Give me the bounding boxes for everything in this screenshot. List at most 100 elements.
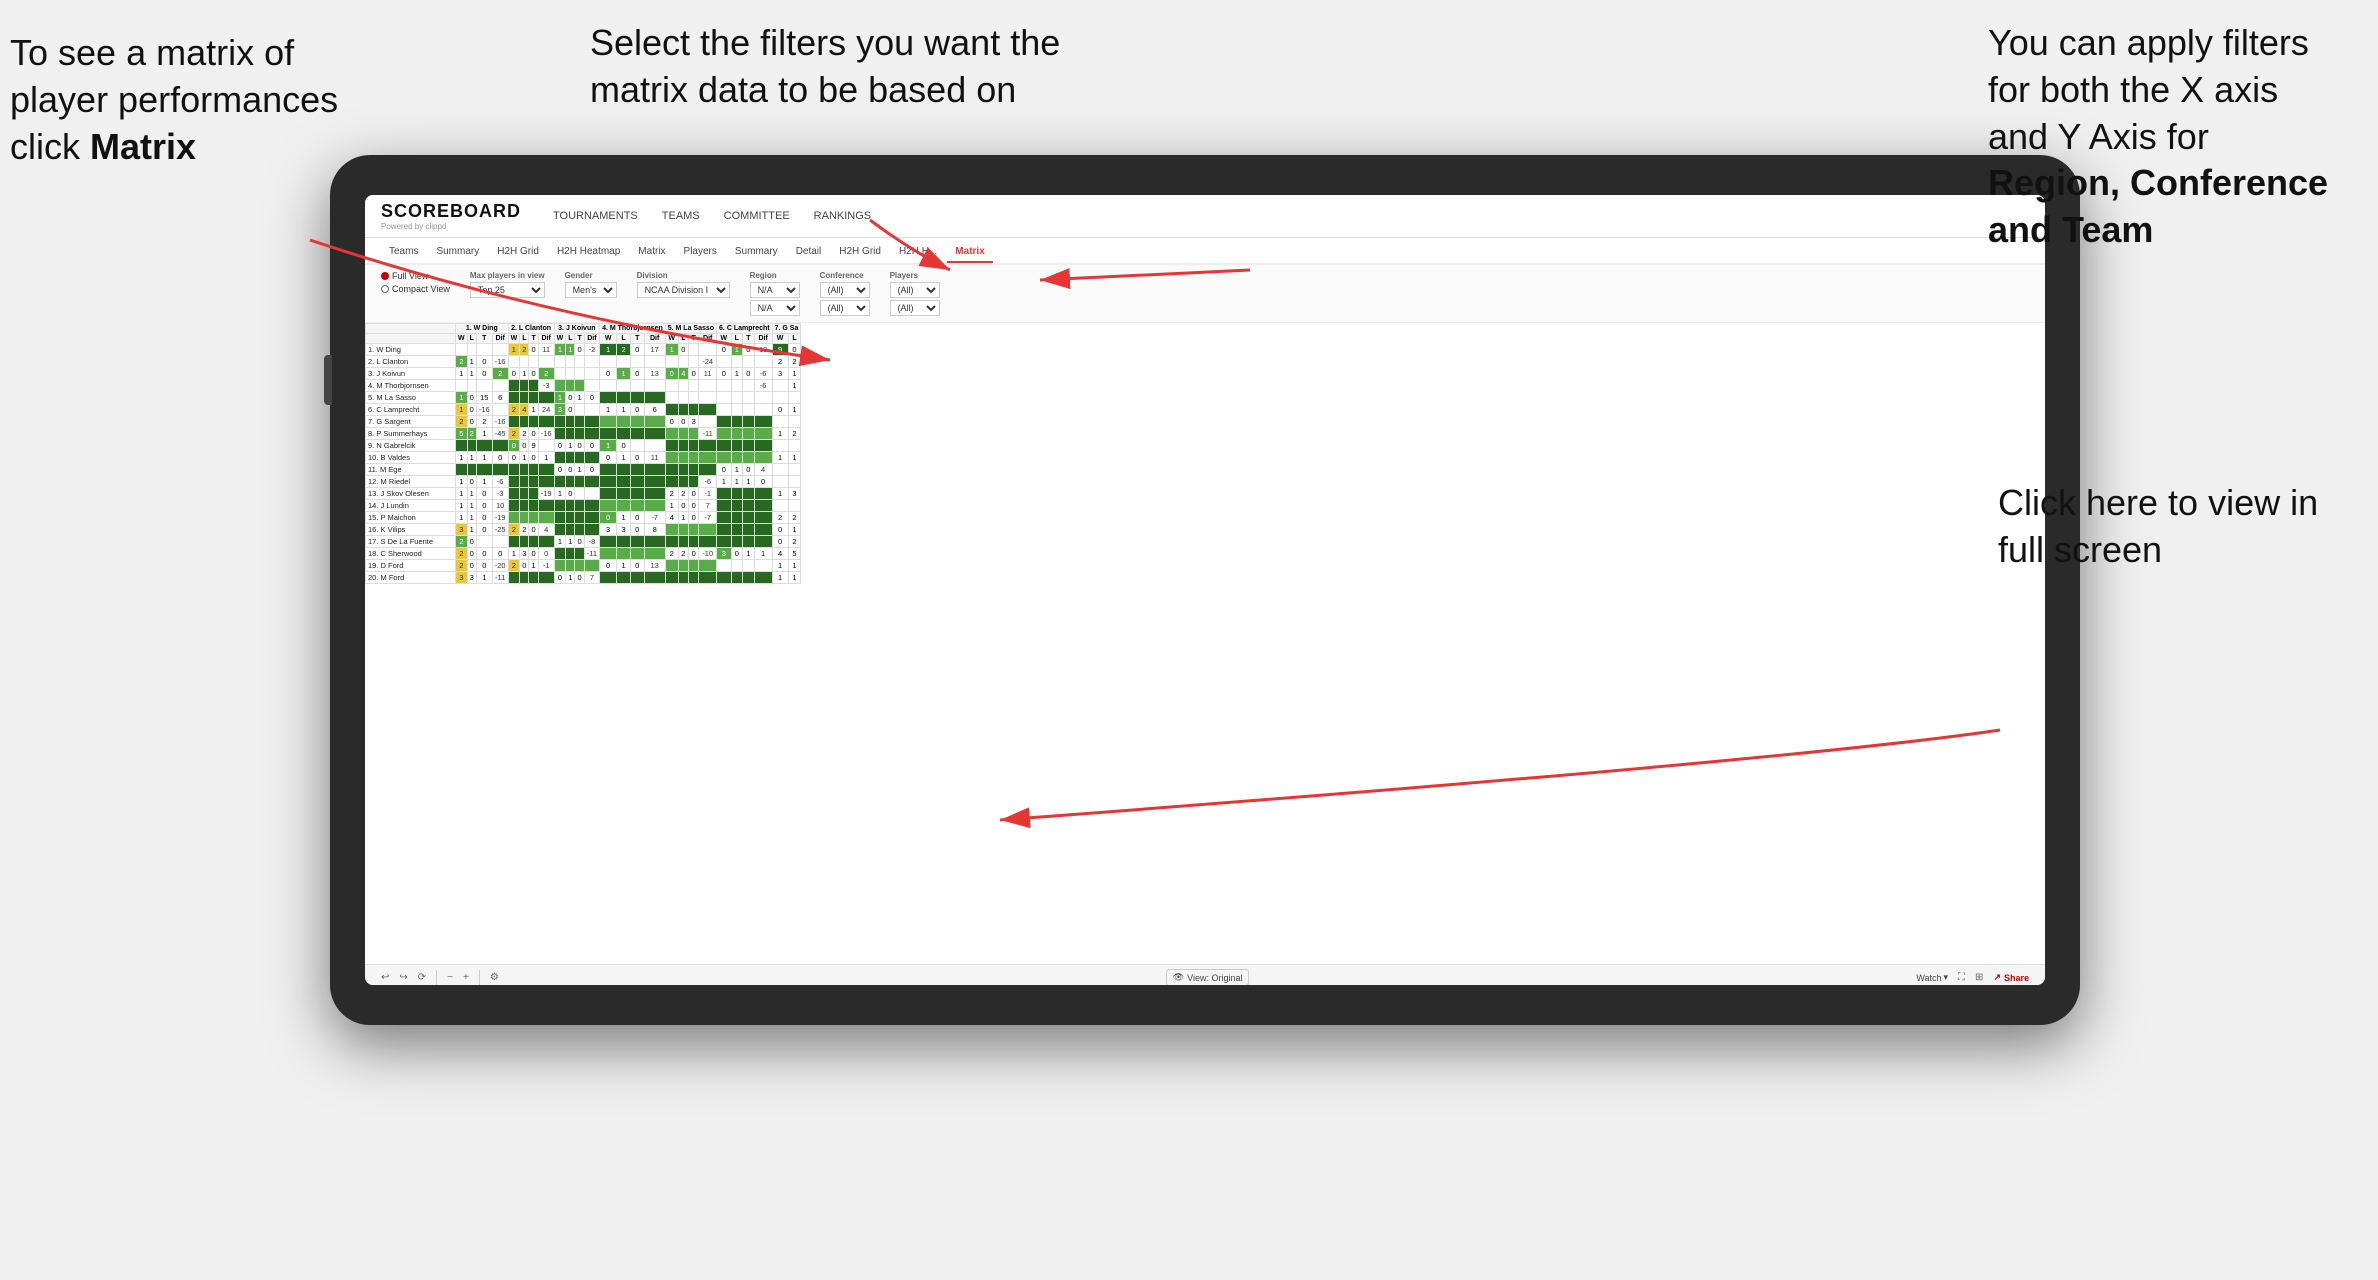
- annotation-topleft: To see a matrix of player performances c…: [10, 30, 350, 170]
- compact-view-radio[interactable]: [381, 285, 389, 293]
- table-row: 14. J Lundin 11010 1007: [366, 500, 801, 512]
- annotation-topright-text: You can apply filters for both the X axi…: [1988, 22, 2328, 250]
- table-row: 11. M Ege 0010 0104: [366, 464, 801, 476]
- player-name: 15. P Maichon: [366, 512, 456, 524]
- tab-summary[interactable]: Summary: [428, 242, 487, 263]
- tab-teams[interactable]: Teams: [381, 242, 426, 263]
- tab-h2h-heatmap[interactable]: H2H Heatmap: [549, 242, 628, 263]
- gender-select[interactable]: Men's: [565, 282, 617, 298]
- filters-row: Full View Compact View Max players in vi…: [365, 265, 2045, 323]
- sub-nav: Teams Summary H2H Grid H2H Heatmap Matri…: [365, 238, 2045, 265]
- tablet-side-button: [324, 355, 332, 405]
- logo-main: SCOREBOARD: [381, 201, 521, 222]
- nav-tournaments[interactable]: TOURNAMENTS: [551, 206, 640, 226]
- mls-t: T: [689, 334, 699, 344]
- share-label: Share: [2004, 973, 2029, 983]
- settings-button[interactable]: ⚙: [490, 972, 499, 983]
- refresh-button[interactable]: ⟳: [418, 972, 426, 983]
- players-filter: Players (All) (All): [890, 271, 940, 316]
- players-select2[interactable]: (All): [890, 300, 940, 316]
- region-select2[interactable]: N/A: [750, 300, 800, 316]
- table-row: 10. B Valdes 1110 0101 01011 11: [366, 452, 801, 464]
- player-name: 10. B Valdes: [366, 452, 456, 464]
- wd-dif: Dif: [492, 334, 508, 344]
- jk-t: T: [575, 334, 584, 344]
- player-name: 17. S De La Fuente: [366, 536, 456, 548]
- logo-sub: Powered by clippd: [381, 222, 521, 231]
- tab-h2hh[interactable]: H2H H...: [891, 242, 945, 263]
- watch-button[interactable]: Watch ▾: [1916, 972, 1948, 983]
- player-name: 14. J Lundin: [366, 500, 456, 512]
- tab-matrix[interactable]: Matrix: [630, 242, 673, 263]
- full-view-radio[interactable]: [381, 272, 389, 280]
- scoreboard-logo: SCOREBOARD Powered by clippd: [381, 201, 521, 231]
- tab-detail[interactable]: Detail: [788, 242, 830, 263]
- zoom-out-button[interactable]: −: [447, 972, 453, 983]
- view-original-button[interactable]: 👁 View: Original: [1166, 969, 1250, 985]
- table-row: 3. J Koivun 1102 0102 01013 04011 010-6 …: [366, 368, 801, 380]
- compact-view-option[interactable]: Compact View: [381, 284, 450, 294]
- player-name: 2. L Clanton: [366, 356, 456, 368]
- mls-l: L: [678, 334, 688, 344]
- undo-button[interactable]: ↩: [381, 972, 389, 983]
- tab-players[interactable]: Players: [676, 242, 725, 263]
- conference-label: Conference: [820, 271, 870, 280]
- grid-icon[interactable]: ⊞: [1975, 972, 1983, 983]
- nav-committee[interactable]: COMMITTEE: [722, 206, 792, 226]
- region-select1[interactable]: N/A: [750, 282, 800, 298]
- player-col-header: [366, 334, 456, 344]
- cl-t: T: [743, 334, 755, 344]
- toolbar-divider1: [436, 970, 437, 986]
- view-icon: 👁: [1173, 972, 1184, 983]
- compact-view-label: Compact View: [392, 284, 450, 294]
- col-header-2: 2. L Clanton: [508, 324, 554, 334]
- annotation-topright: You can apply filters for both the X axi…: [1988, 20, 2348, 254]
- tab-matrix2[interactable]: Matrix: [947, 242, 992, 263]
- full-view-option[interactable]: Full View: [381, 271, 450, 281]
- col-header-6: 6. C Lamprecht: [717, 324, 773, 334]
- col-header-1: 1. W Ding: [456, 324, 509, 334]
- share-button[interactable]: ↗ Share: [1993, 972, 2029, 983]
- view-original-label: View: Original: [1187, 973, 1242, 983]
- region-filter: Region N/A N/A: [750, 271, 800, 316]
- wd-w: W: [456, 334, 468, 344]
- nav-rankings[interactable]: RANKINGS: [812, 206, 873, 226]
- nav-teams[interactable]: TEAMS: [660, 206, 702, 226]
- player-name: 7. G Sargent: [366, 416, 456, 428]
- player-name: 18. C Sherwood: [366, 548, 456, 560]
- tablet-screen: SCOREBOARD Powered by clippd TOURNAMENTS…: [365, 195, 2045, 985]
- max-players-select[interactable]: Top 25: [470, 282, 545, 298]
- matrix-table: 1. W Ding 2. L Clanton 3. J Koivun 4. M …: [365, 323, 801, 584]
- annotation-topcenter: Select the filters you want the matrix d…: [590, 20, 1090, 114]
- col-header-3: 3. J Koivun: [554, 324, 599, 334]
- redo-button[interactable]: ↪: [399, 972, 407, 983]
- table-row: 2. L Clanton 210-16 -24 22: [366, 356, 801, 368]
- tab-h2h-grid2[interactable]: H2H Grid: [831, 242, 889, 263]
- conference-select2[interactable]: (All): [820, 300, 870, 316]
- max-players-filter: Max players in view Top 25: [470, 271, 545, 298]
- mt-dif: Dif: [644, 334, 665, 344]
- annotation-bottomright-text: Click here to view in full screen: [1998, 482, 2318, 570]
- table-row: 15. P Maichon 110-19 010-7 410-7 22: [366, 512, 801, 524]
- max-players-label: Max players in view: [470, 271, 545, 280]
- zoom-in-button[interactable]: +: [463, 972, 469, 983]
- tab-h2h-grid[interactable]: H2H Grid: [489, 242, 547, 263]
- table-row: 1. W Ding 12011 110-2 12017 10 01013 90: [366, 344, 801, 356]
- player-name: 9. N Gabrelcik: [366, 440, 456, 452]
- player-name: 13. J Skov Olesen: [366, 488, 456, 500]
- tablet-frame: SCOREBOARD Powered by clippd TOURNAMENTS…: [330, 155, 2080, 1025]
- mt-l: L: [617, 334, 631, 344]
- lc-l: L: [520, 334, 529, 344]
- fullscreen-icon[interactable]: ⛶: [1958, 972, 1965, 983]
- player-name: 12. M Riedel: [366, 476, 456, 488]
- gender-label: Gender: [565, 271, 617, 280]
- conference-select1[interactable]: (All): [820, 282, 870, 298]
- mls-dif: Dif: [699, 334, 717, 344]
- division-select[interactable]: NCAA Division I: [637, 282, 730, 298]
- region-label: Region: [750, 271, 800, 280]
- matrix-area: 1. W Ding 2. L Clanton 3. J Koivun 4. M …: [365, 323, 2045, 964]
- players-select1[interactable]: (All): [890, 282, 940, 298]
- toolbar-divider2: [479, 970, 480, 986]
- mt-w: W: [600, 334, 617, 344]
- tab-summary2[interactable]: Summary: [727, 242, 786, 263]
